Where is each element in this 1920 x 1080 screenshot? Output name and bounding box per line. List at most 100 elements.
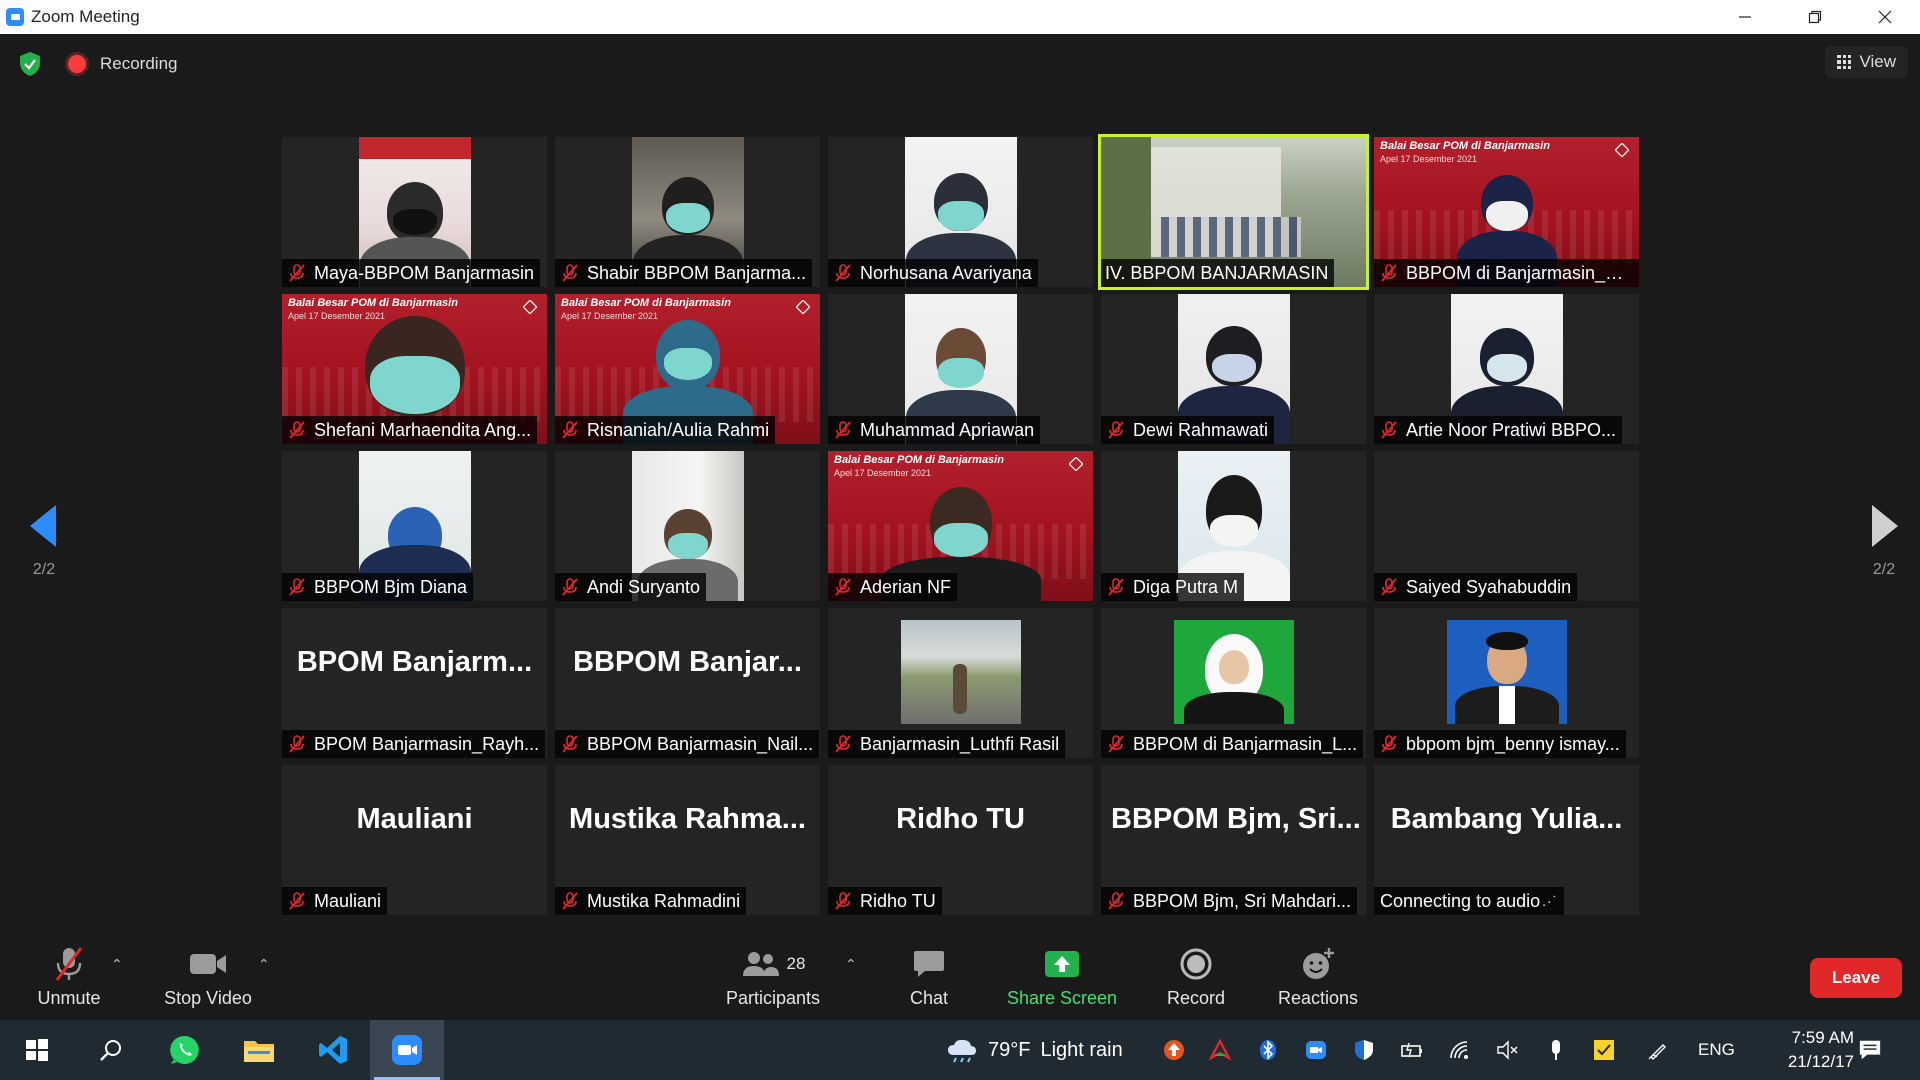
participant-tile[interactable]: Ridho TU Ridho TU [828,765,1093,915]
participant-name: BBPOM di Banjarmasin_U... [1406,262,1633,283]
audio-options-chevron-up-icon[interactable]: ⌃ [111,956,123,973]
battery-icon[interactable] [1400,1038,1424,1062]
video-camera-icon [190,954,226,974]
participant-face [1218,650,1249,684]
participant-tile[interactable]: bbpom bjm_benny ismay... [1374,608,1639,758]
zoom-icon [392,1035,422,1065]
microphone-tray-icon[interactable] [1544,1038,1568,1062]
participant-name: IV. BBPOM BANJARMASIN [1105,262,1329,283]
record-button[interactable]: Record [1158,944,1234,1009]
participant-name-bar: Banjarmasin_Luthfi Rasil [828,730,1066,758]
stop-video-button[interactable]: Stop Video [158,944,258,1009]
encryption-shield-icon[interactable] [18,51,42,77]
participant-name-bar: Connecting to audio .·˙ [1374,887,1565,915]
participant-tile[interactable]: Norhusana Avariyana [828,137,1093,287]
slide-subtitle: Apel 17 Desember 2021 [288,311,386,321]
taskbar-clock[interactable]: 7:59 AM 21/12/17 [1744,1026,1854,1074]
video-options-chevron-up-icon[interactable]: ⌃ [258,956,270,973]
speaker-muted-icon[interactable] [1496,1038,1520,1062]
participant-tile[interactable]: Andi Suryanto [555,451,820,601]
participant-tile[interactable]: Banjarmasin_Luthfi Rasil [828,608,1093,758]
close-button[interactable] [1850,0,1920,34]
participant-display-name: BPOM Banjarm... [296,646,533,678]
participant-tile[interactable]: Shabir BBPOM Banjarma... [555,137,820,287]
leave-button[interactable]: Leave [1810,958,1902,998]
participant-tile[interactable]: BBPOM Bjm Diana [282,451,547,601]
previous-page-button[interactable]: 2/2 [14,505,74,579]
tray-upload-icon[interactable] [1162,1038,1186,1062]
taskbar-search-button[interactable] [74,1020,148,1080]
participant-tile[interactable]: Maya-BBPOM Banjarmasin [282,137,547,287]
mic-muted-icon [835,421,851,439]
mic-muted-icon [835,578,851,596]
weather-widget[interactable]: 79°F Light rain [946,1020,1123,1080]
bluetooth-icon[interactable] [1256,1038,1280,1062]
participant-display-name: BBPOM Bjm, Sri... [1111,803,1361,835]
minimize-button[interactable] [1710,0,1780,34]
participant-display-name: Mauliani [356,803,473,835]
participant-tile[interactable]: Artie Noor Pratiwi BBPO... [1374,294,1639,444]
participant-tile[interactable]: Balai Besar POM di Banjarmasin Apel 17 D… [282,294,547,444]
person-silhouette [952,664,967,714]
participant-tile[interactable]: Balai Besar POM di Banjarmasin Apel 17 D… [1374,137,1639,287]
recording-label: Recording [100,54,178,73]
participant-name-bar: Saiyed Syahabuddin [1374,573,1578,601]
view-button[interactable]: View [1825,46,1908,78]
mic-muted-icon [1108,735,1124,753]
participant-name: Mustika Rahmadini [587,890,741,911]
participants-options-chevron-up-icon[interactable]: ⌃ [845,956,857,973]
security-shield-icon[interactable] [1352,1038,1376,1062]
tray-zoom-icon[interactable] [1304,1038,1328,1062]
record-icon [1180,948,1212,980]
participant-tile[interactable]: Dewi Rahmawati [1101,294,1366,444]
participant-tile[interactable]: BPOM Banjarm... BPOM Banjarmasin_Rayh... [282,608,547,758]
taskbar-whatsapp[interactable] [148,1020,222,1080]
sticky-notes-icon[interactable] [1592,1038,1616,1062]
participants-icon [742,952,779,976]
start-button[interactable] [0,1020,74,1080]
taskbar-file-explorer[interactable] [222,1020,296,1080]
chat-button[interactable]: Chat [899,944,959,1009]
participant-tile[interactable]: Bambang Yulia... Connecting to audio .·˙ [1374,765,1639,915]
taskbar-zoom[interactable] [370,1020,444,1080]
arrow-right-icon [1872,505,1898,547]
participant-tile[interactable]: Balai Besar POM di Banjarmasin Apel 17 D… [828,451,1093,601]
participant-profile-photo [1173,620,1294,724]
title-bar: Zoom Meeting [0,0,1920,34]
participant-tile[interactable]: Mauliani Mauliani [282,765,547,915]
participant-tile[interactable]: BBPOM Banjar... BBPOM Banjarmasin_Nail..… [555,608,820,758]
participant-tile[interactable]: Diga Putra M [1101,451,1366,601]
participant-tile-active-speaker[interactable]: IV. BBPOM BANJARMASIN [1098,134,1369,290]
participant-tile[interactable]: Saiyed Syahabuddin [1374,451,1639,601]
reactions-label: Reactions [1277,988,1359,1008]
participant-tile[interactable]: BBPOM di Banjarmasin_L... [1101,608,1366,758]
stop-video-label: Stop Video [164,988,252,1008]
unmute-button[interactable]: Unmute [28,944,110,1009]
participant-tile[interactable]: BBPOM Bjm, Sri... BBPOM Bjm, Sri Mahdari… [1101,765,1366,915]
participant-tile[interactable]: Mustika Rahma... Mustika Rahmadini [555,765,820,915]
participant-name-bar: BPOM Banjarmasin_Rayh... [282,730,546,758]
tray-acrobat-icon[interactable] [1208,1038,1232,1062]
mic-muted-icon [1108,892,1124,910]
participant-name: Connecting to audio [1380,890,1541,911]
participant-tile[interactable]: Balai Besar POM di Banjarmasin Apel 17 D… [555,294,820,444]
restore-button[interactable] [1780,0,1850,34]
participant-name: BBPOM Banjarmasin_Nail... [587,733,814,754]
participants-button[interactable]: 28 Participants [718,944,828,1009]
taskbar-vscode[interactable] [296,1020,370,1080]
next-page-button[interactable]: 2/2 [1854,505,1914,579]
notifications-icon[interactable] [1858,1038,1882,1062]
slide-title: Balai Besar POM di Banjarmasin [1380,140,1550,152]
pen-workspace-icon[interactable] [1646,1038,1670,1062]
input-language[interactable]: ENG [1698,1020,1735,1080]
recording-indicator[interactable]: Recording [68,54,178,74]
windows-taskbar: 79°F Light rain ENG 7:59 AM 21/12/17 [0,1020,1920,1080]
mic-muted-icon [1108,578,1124,596]
face-mask [933,523,988,557]
reactions-button[interactable]: Reactions [1272,944,1364,1009]
participant-name: Diga Putra M [1133,576,1239,597]
share-screen-button[interactable]: Share Screen [1005,944,1119,1009]
wifi-icon[interactable] [1448,1038,1472,1062]
participant-tile[interactable]: Muhammad Apriawan [828,294,1093,444]
participant-name-bar: BBPOM di Banjarmasin_L... [1101,730,1364,758]
